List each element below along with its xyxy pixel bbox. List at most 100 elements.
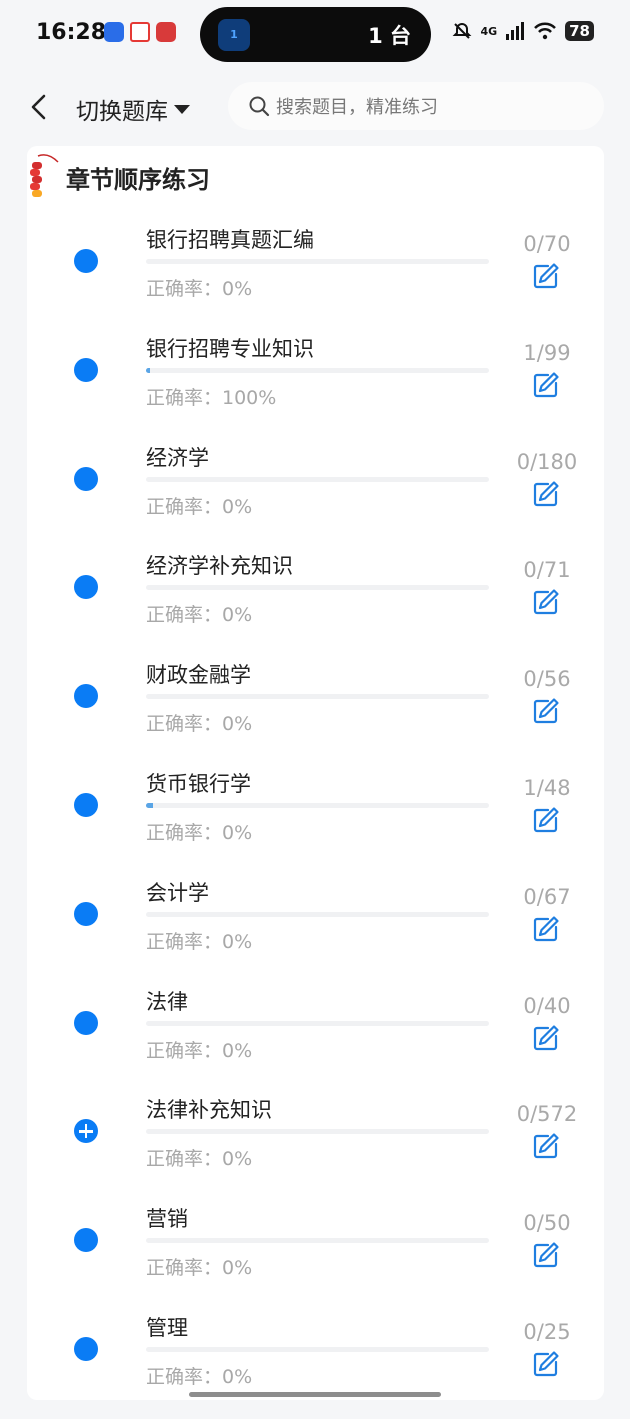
status-dot-icon[interactable] [74,793,98,817]
progress-bar [146,367,489,373]
status-indicators: 4G 78 [452,21,594,41]
chapter-row[interactable]: 银行招聘真题汇编 正确率：0% 0/70 [27,222,604,331]
progress-count: 0/40 [523,993,571,1018]
chapter-name: 会计学 [146,880,209,905]
edit-practice-icon[interactable] [532,1024,560,1052]
firecracker-icon [30,154,59,197]
status-dot-icon[interactable] [74,684,98,709]
chapter-row[interactable]: 经济学 正确率：0% 0/180 [27,440,604,549]
status-dot-icon[interactable] [74,1010,98,1035]
progress-bar [146,476,489,482]
edit-practice-icon[interactable] [532,480,560,508]
chapter-name: 法律 [146,989,188,1014]
progress-count: 0/67 [523,884,571,909]
accuracy-text: 正确率：0% [146,1148,253,1171]
progress-count: 1/48 [523,776,571,800]
back-arrow-icon[interactable] [24,90,54,124]
expand-plus-icon[interactable] [74,1119,98,1144]
chapter-name: 营销 [146,1207,188,1232]
progress-fill [146,367,151,373]
chapter-row[interactable]: 法律 正确率：0% 0/40 [27,984,604,1093]
progress-bar [146,585,489,591]
accuracy-text: 正确率：0% [146,1257,253,1280]
edit-practice-icon[interactable] [532,806,560,834]
chapter-name: 法律补充知识 [146,1098,272,1123]
progress-count: 0/70 [523,232,571,256]
chapter-name: 银行招聘专业知识 [146,336,314,361]
chapter-row[interactable]: 货币银行学 正确率：0% 1/48 [27,766,604,875]
accuracy-text: 正确率：100% [146,386,277,409]
progress-count: 0/572 [516,1102,578,1127]
status-bar: 16:28 1 1 台 4G 78 [0,0,630,68]
chapter-row[interactable]: 银行招聘专业知识 正确率：100% 1/99 [27,331,604,440]
chapter-row[interactable]: 财政金融学 正确率：0% 0/56 [27,657,604,766]
search-icon [249,96,270,117]
chapter-row[interactable]: 经济学补充知识 正确率：0% 0/71 [27,548,604,657]
bank-switch-label: 切换题库 [76,99,168,125]
edit-practice-icon[interactable] [532,588,560,616]
chapter-name: 银行招聘真题汇编 [146,228,314,252]
switch-question-bank-dropdown[interactable]: 切换题库 [76,92,190,126]
network-type: 4G [480,24,498,38]
battery-level: 78 [565,21,594,41]
progress-bar [146,1347,489,1352]
app-notification-icon [104,22,124,42]
progress-count: 0/50 [523,1211,571,1236]
app-notification-icon [130,22,150,42]
edit-practice-icon[interactable] [532,697,560,725]
island-text: 1 台 [368,24,411,48]
progress-bar [146,911,489,917]
edit-practice-icon[interactable] [532,1132,560,1160]
progress-count: 0/180 [516,449,578,474]
chapter-row[interactable]: 会计学 正确率：0% 0/67 [27,875,604,984]
chapter-name: 货币银行学 [146,772,251,796]
section-title: 章节顺序练习 [66,165,210,194]
chapter-row[interactable]: 管理 正确率：0% 0/25 [27,1310,604,1419]
chapter-row[interactable]: 营销 正确率：0% 0/50 [27,1201,604,1310]
progress-count: 1/99 [523,340,571,365]
progress-bar [146,259,489,264]
mute-bell-icon [453,22,472,39]
wifi-icon [534,22,557,40]
caret-down-icon [174,104,190,114]
edit-practice-icon[interactable] [532,1241,560,1269]
progress-count: 0/56 [523,667,571,692]
status-dot-icon[interactable] [74,249,98,273]
progress-bar [146,1129,489,1135]
chapter-name: 经济学补充知识 [146,554,293,579]
edit-practice-icon[interactable] [532,262,560,290]
status-dot-icon[interactable] [74,1337,98,1361]
section-header: 章节顺序练习 [28,152,210,202]
accuracy-text: 正确率：0% [146,713,253,736]
status-dot-icon[interactable] [74,575,98,600]
progress-bar [146,1238,489,1244]
home-indicator[interactable] [189,1392,441,1397]
edit-practice-icon[interactable] [532,371,560,399]
edit-practice-icon[interactable] [532,1350,560,1378]
progress-bar [146,694,489,700]
dynamic-island[interactable]: 1 1 台 [200,7,431,62]
accuracy-text: 正确率：0% [146,1366,253,1388]
status-dot-icon[interactable] [74,466,98,491]
accuracy-text: 正确率：0% [146,604,253,627]
search-input[interactable]: 搜索题目，精准练习 [228,82,604,130]
signal-icon [506,22,525,40]
chapter-name: 财政金融学 [146,663,251,688]
notification-icons [104,22,176,42]
status-dot-icon[interactable] [74,357,98,382]
accuracy-text: 正确率：0% [146,930,253,953]
status-time: 16:28 [36,20,107,45]
top-bar: 切换题库 搜索题目，精准练习 [0,68,630,146]
progress-count: 0/25 [523,1320,571,1344]
status-dot-icon[interactable] [74,901,98,926]
status-dot-icon[interactable] [74,1228,98,1253]
chapter-row[interactable]: 法律补充知识 正确率：0% 0/572 [27,1092,604,1201]
progress-count: 0/71 [523,558,571,583]
chapter-name: 管理 [146,1316,188,1340]
broadcast-icon: 1 [218,19,250,51]
edit-practice-icon[interactable] [532,915,560,943]
progress-bar [146,1020,489,1026]
accuracy-text: 正确率：0% [146,822,253,844]
progress-fill [146,803,154,808]
progress-bar [146,803,489,808]
